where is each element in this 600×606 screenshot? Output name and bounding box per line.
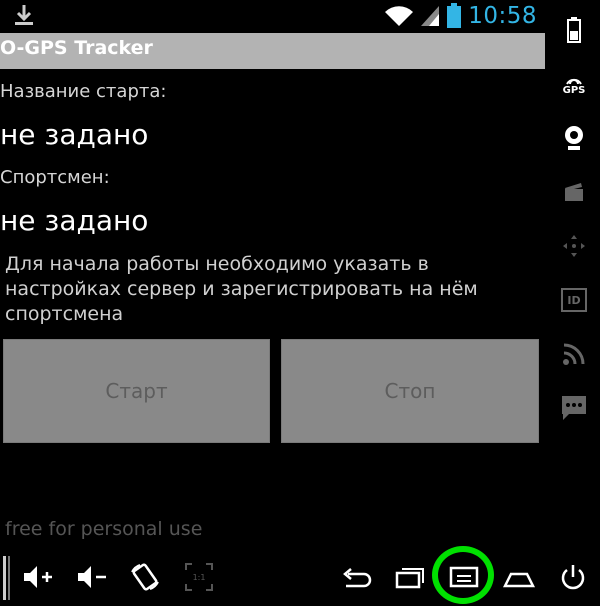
- power-icon[interactable]: [556, 562, 590, 592]
- drag-handle-icon[interactable]: [2, 556, 12, 600]
- status-bar: 10:58: [0, 0, 545, 32]
- home-icon[interactable]: [502, 562, 536, 592]
- gps-label: GPS: [562, 85, 586, 96]
- chat-icon[interactable]: [560, 394, 588, 422]
- battery-widget-icon[interactable]: [560, 16, 588, 44]
- webcam-icon[interactable]: [560, 124, 588, 152]
- rss-icon[interactable]: [560, 340, 588, 368]
- athlete-value: не задано: [0, 204, 149, 237]
- fullscreen-icon[interactable]: 1:1: [182, 562, 216, 592]
- volume-up-icon[interactable]: [22, 562, 56, 592]
- back-icon[interactable]: [340, 562, 374, 592]
- action-bar: O-GPS Tracker: [0, 33, 545, 69]
- rotate-screen-icon[interactable]: [128, 562, 162, 592]
- athlete-label: Спортсмен:: [0, 167, 110, 188]
- license-watermark: free for personal use: [5, 518, 203, 540]
- app-title: O-GPS Tracker: [0, 37, 153, 59]
- signal-icon: [421, 6, 440, 26]
- highlight-ring: [432, 546, 494, 604]
- id-card-icon[interactable]: ID: [560, 286, 588, 314]
- status-clock: 10:58: [468, 3, 537, 29]
- clapperboard-icon[interactable]: [560, 178, 588, 206]
- id-label: ID: [567, 293, 581, 307]
- volume-down-icon[interactable]: [76, 562, 110, 592]
- navigation-bar: 1:1: [0, 550, 600, 606]
- battery-icon: [447, 3, 462, 28]
- download-icon: [15, 5, 33, 25]
- recent-apps-icon[interactable]: [394, 562, 428, 592]
- start-name-label: Название старта:: [0, 81, 167, 102]
- start-name-value: не задано: [0, 118, 149, 151]
- start-button[interactable]: Старт: [3, 339, 270, 443]
- move-arrows-icon[interactable]: [560, 232, 588, 260]
- wifi-icon: [385, 6, 414, 26]
- setup-hint: Для начала работы необходимо указать в н…: [5, 253, 478, 325]
- system-sidebar: GPS ID: [548, 0, 600, 550]
- gps-icon[interactable]: GPS: [560, 72, 588, 100]
- fullscreen-ratio-label: 1:1: [192, 572, 206, 582]
- stop-button[interactable]: Стоп: [281, 339, 539, 443]
